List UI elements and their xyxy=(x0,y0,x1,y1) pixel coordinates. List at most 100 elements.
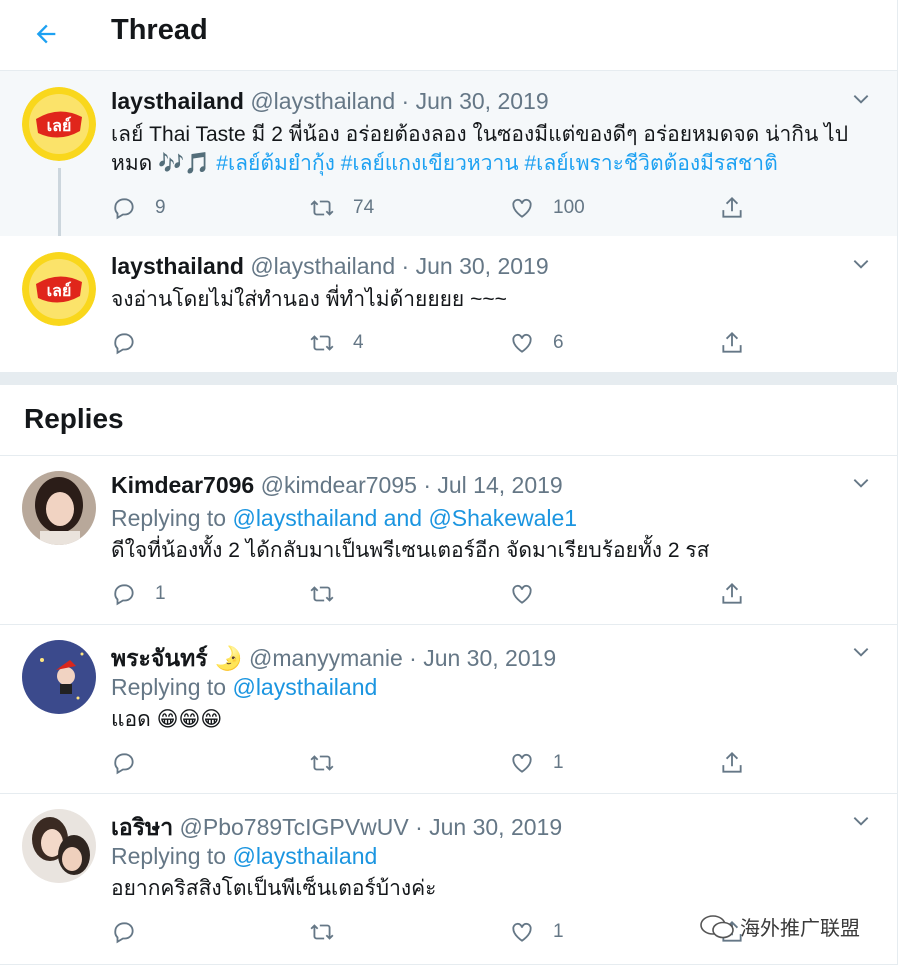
chevron-down-icon[interactable] xyxy=(851,642,871,662)
heart-icon xyxy=(512,198,532,218)
like-button[interactable]: 6 xyxy=(509,328,564,358)
thread-tweet[interactable]: เลย์ laysthailand @laysthailand · Jun 30… xyxy=(0,236,898,372)
reply-icon xyxy=(114,753,134,775)
like-button[interactable]: 1 xyxy=(509,917,564,947)
heart-icon xyxy=(512,584,532,604)
page-title: Thread xyxy=(111,14,208,46)
thread-header: Thread xyxy=(0,0,898,71)
separator: · xyxy=(415,814,423,840)
reply-icon xyxy=(114,922,134,944)
like-button[interactable]: 100 xyxy=(509,193,585,223)
section-divider xyxy=(0,372,897,385)
tweet-date[interactable]: Jun 30, 2019 xyxy=(429,814,562,840)
reply-tweet[interactable]: Kimdear7096 @kimdear7095 · Jul 14, 2019 … xyxy=(0,456,898,625)
display-name[interactable]: Kimdear7096 xyxy=(111,472,254,498)
replies-title: Replies xyxy=(24,403,124,434)
like-button[interactable]: 1 xyxy=(509,748,564,778)
handle[interactable]: @laysthailand xyxy=(250,88,395,114)
retweet-button[interactable] xyxy=(309,917,353,947)
retweet-button[interactable] xyxy=(309,748,353,778)
handle[interactable]: @kimdear7095 xyxy=(261,472,417,498)
display-name[interactable]: laysthailand xyxy=(111,253,244,279)
tweet-actions: 9 74 100 xyxy=(111,193,751,223)
retweet-button[interactable]: 74 xyxy=(309,193,374,223)
tweet-text: เลย์ Thai Taste มี 2 พี่น้อง อร่อยต้องลอ… xyxy=(111,123,849,175)
tweet-actions: 1 xyxy=(111,748,751,778)
tweet-text: แอด 😁😁😁 xyxy=(111,708,223,731)
replying-to-link[interactable]: @laysthailand xyxy=(232,674,377,700)
watermark: 海外推广联盟 xyxy=(700,912,860,941)
share-button[interactable] xyxy=(719,579,745,609)
reply-icon xyxy=(114,333,134,355)
handle[interactable]: @Pbo789TcIGPVwUV xyxy=(180,814,409,840)
avatar[interactable] xyxy=(22,640,96,714)
replying-to: Replying to @laysthailand xyxy=(111,843,378,869)
heart-icon xyxy=(512,333,532,353)
reply-icon xyxy=(114,584,134,606)
heart-icon xyxy=(512,922,532,942)
separator: · xyxy=(401,253,410,279)
replying-to-link[interactable]: @laysthailand xyxy=(232,843,377,869)
share-button[interactable] xyxy=(719,328,745,358)
user-photo-avatar xyxy=(22,471,96,545)
tweet-date[interactable]: Jun 30, 2019 xyxy=(416,88,549,114)
reply-button[interactable] xyxy=(111,328,155,358)
reply-button[interactable]: 9 xyxy=(111,193,166,223)
tweet-actions: 4 6 xyxy=(111,328,751,358)
lays-logo-icon: เลย์ xyxy=(22,87,96,161)
like-count: 1 xyxy=(553,921,564,942)
replying-to-link[interactable]: @laysthailand and @Shakewale1 xyxy=(232,505,577,531)
retweet-count: 4 xyxy=(353,332,364,353)
retweet-icon xyxy=(310,586,334,602)
display-name[interactable]: พระจันทร์ 🌛 xyxy=(111,645,243,671)
thread-tweet[interactable]: เลย์ laysthailand @laysthailand · Jun 30… xyxy=(0,71,898,236)
share-icon xyxy=(722,751,742,773)
retweet-icon xyxy=(310,924,334,940)
retweet-icon xyxy=(310,200,334,216)
tweet-meta: laysthailand @laysthailand · Jun 30, 201… xyxy=(111,88,549,115)
reply-button[interactable] xyxy=(111,748,155,778)
separator: · xyxy=(401,88,410,114)
share-button[interactable] xyxy=(719,748,745,778)
tweet-date[interactable]: Jul 14, 2019 xyxy=(437,472,562,498)
share-icon xyxy=(722,331,742,353)
replying-to: Replying to @laysthailand and @Shakewale… xyxy=(111,505,578,531)
retweet-button[interactable]: 4 xyxy=(309,328,364,358)
tweet-meta: เอริษา @Pbo789TcIGPVwUV · Jun 30, 2019 xyxy=(111,810,562,846)
moon-cartoon-avatar xyxy=(22,640,96,714)
avatar[interactable]: เลย์ xyxy=(22,87,96,161)
chevron-down-icon[interactable] xyxy=(851,811,871,831)
handle[interactable]: @laysthailand xyxy=(250,253,395,279)
hashtags[interactable]: #เลย์ต้มยำกุ้ง #เลย์แกงเขียวหวาน #เลย์เพ… xyxy=(210,152,777,175)
retweet-button[interactable] xyxy=(309,579,353,609)
share-icon xyxy=(722,196,742,218)
lays-logo-icon: เลย์ xyxy=(22,252,96,326)
replies-heading: Replies xyxy=(0,385,898,456)
retweet-icon xyxy=(310,755,334,771)
tweet-date[interactable]: Jun 30, 2019 xyxy=(423,645,556,671)
reply-button[interactable]: 1 xyxy=(111,579,166,609)
tweet-date[interactable]: Jun 30, 2019 xyxy=(416,253,549,279)
retweet-count: 74 xyxy=(353,197,375,218)
like-button[interactable] xyxy=(509,579,553,609)
separator: · xyxy=(423,472,431,498)
retweet-icon xyxy=(310,335,334,351)
display-name[interactable]: laysthailand xyxy=(111,88,244,114)
like-count: 1 xyxy=(553,752,564,773)
back-button[interactable] xyxy=(28,16,64,52)
reply-button[interactable] xyxy=(111,917,155,947)
chevron-down-icon[interactable] xyxy=(851,89,871,109)
avatar[interactable]: เลย์ xyxy=(22,252,96,326)
share-button[interactable] xyxy=(719,193,745,223)
separator: · xyxy=(409,645,417,671)
chevron-down-icon[interactable] xyxy=(851,473,871,493)
svg-text:เลย์: เลย์ xyxy=(47,116,72,135)
avatar[interactable] xyxy=(22,809,96,883)
display-name[interactable]: เอริษา xyxy=(111,814,173,840)
avatar[interactable] xyxy=(22,471,96,545)
chevron-down-icon[interactable] xyxy=(851,254,871,274)
handle[interactable]: @manyymanie xyxy=(249,645,403,671)
tweet-meta: พระจันทร์ 🌛 @manyymanie · Jun 30, 2019 xyxy=(111,641,556,677)
reply-tweet[interactable]: พระจันทร์ 🌛 @manyymanie · Jun 30, 2019 R… xyxy=(0,625,898,794)
tweet-actions: 1 xyxy=(111,917,751,947)
